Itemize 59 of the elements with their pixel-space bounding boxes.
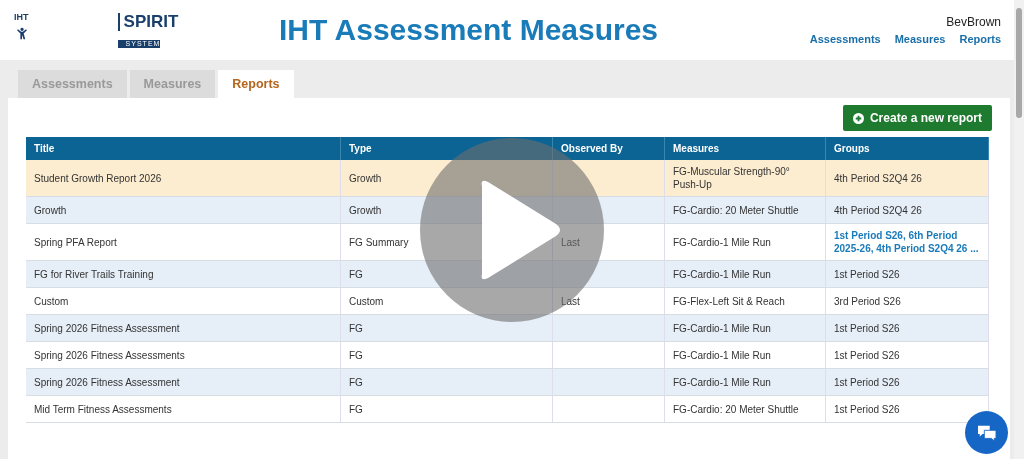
- table-cell: 1st Period S26: [834, 349, 900, 361]
- column-header[interactable]: Observed By: [552, 137, 665, 160]
- table-cell: 4th Period S2Q4 26: [834, 204, 922, 216]
- create-report-button[interactable]: Create a new report: [842, 105, 992, 131]
- table-row[interactable]: Spring 2026 Fitness Assessment FG FG-Cardio-1 Mile Run 1st Period S26: [26, 314, 989, 342]
- table-row[interactable]: Custom Custom Last FG-Flex-Left Sit & Reach 3rd Period S26: [26, 287, 989, 315]
- user-name: BevBrown: [946, 15, 1001, 29]
- column-header[interactable]: Type: [340, 137, 553, 160]
- table-cell: 1st Period S26: [834, 403, 900, 415]
- table-cell: FG-Cardio-1 Mile Run: [673, 349, 771, 361]
- groups-link[interactable]: 1st Period S26, 6th Period 2025-26, 4th Period S2Q4 26 ...: [834, 229, 980, 255]
- nav-link[interactable]: Reports: [959, 33, 1001, 45]
- page-title: IHT Assessment Measures: [278, 13, 660, 47]
- nav-link[interactable]: Assessments: [809, 33, 881, 45]
- table-cell: FG-Muscular Strength-90° Push-Up: [673, 166, 790, 190]
- table-cell: FG: [349, 322, 363, 334]
- table-cell: FG for River Trails Training: [34, 268, 154, 280]
- table-cell: FG Summary: [349, 236, 409, 248]
- table-row[interactable]: Student Growth Report 2026 Growth FG-Muscular Strength-90° Push-Up 4th Period S2Q4 26: [26, 160, 989, 197]
- table-cell: FG: [349, 349, 363, 361]
- table-cell: 3rd Period S26: [834, 295, 901, 307]
- table-cell: Growth: [349, 204, 382, 216]
- table-cell: FG-Cardio-1 Mile Run: [673, 268, 771, 280]
- table-cell: 1st Period S26: [834, 376, 900, 388]
- table-cell: FG: [349, 403, 363, 415]
- table-cell: Last: [561, 295, 580, 307]
- table-cell: FG-Cardio-1 Mile Run: [673, 322, 771, 334]
- chat-bubbles-icon: [975, 423, 998, 442]
- table-cell: Mid Term Fitness Assessments: [34, 403, 172, 415]
- nav-link[interactable]: Measures: [894, 33, 946, 45]
- table-cell: FG-Cardio-1 Mile Run: [673, 236, 771, 248]
- table-row[interactable]: FG for River Trails Training FG FG-Cardio-1 Mile Run 1st Period S26: [26, 260, 989, 288]
- scrollbar[interactable]: [1014, 0, 1024, 459]
- table-row[interactable]: Spring 2026 Fitness Assessment FG FG-Cardio-1 Mile Run 1st Period S26: [26, 368, 989, 396]
- table-row[interactable]: Spring 2026 Fitness Assessments FG FG-Cardio-1 Mile Run 1st Period S26: [26, 341, 989, 369]
- table-cell: Spring PFA Report: [34, 236, 117, 248]
- table-cell: Custom: [34, 295, 69, 307]
- table-cell: Spring 2026 Fitness Assessment: [34, 322, 180, 334]
- table-cell: Growth: [34, 204, 67, 216]
- table-cell: FG: [349, 376, 363, 388]
- table-cell: Spring 2026 Fitness Assessment: [34, 376, 180, 388]
- table-cell: FG: [349, 268, 363, 280]
- table-cell: Spring 2026 Fitness Assessments: [34, 349, 185, 361]
- table-cell: 1st Period S26: [834, 322, 900, 334]
- plus-circle-icon: [852, 112, 864, 124]
- column-header[interactable]: Measures: [664, 137, 826, 160]
- table-cell: Custom: [349, 295, 384, 307]
- table-cell: Student Growth Report 2026: [34, 172, 162, 184]
- table-cell: FG-Cardio: 20 Meter Shuttle: [673, 204, 799, 216]
- table-cell: 4th Period S2Q4 26: [834, 172, 922, 184]
- table-cell: FG-Cardio-1 Mile Run: [673, 376, 771, 388]
- column-header[interactable]: Groups: [825, 137, 989, 160]
- table-cell: Growth: [349, 172, 382, 184]
- tab[interactable]: Reports: [218, 70, 294, 98]
- table-cell: 1st Period S26: [834, 268, 900, 280]
- table-cell: Last: [561, 236, 580, 248]
- column-header[interactable]: Title: [26, 137, 341, 160]
- table-cell: FG-Cardio: 20 Meter Shuttle: [673, 403, 799, 415]
- table-cell: FG-Flex-Left Sit & Reach: [673, 295, 785, 307]
